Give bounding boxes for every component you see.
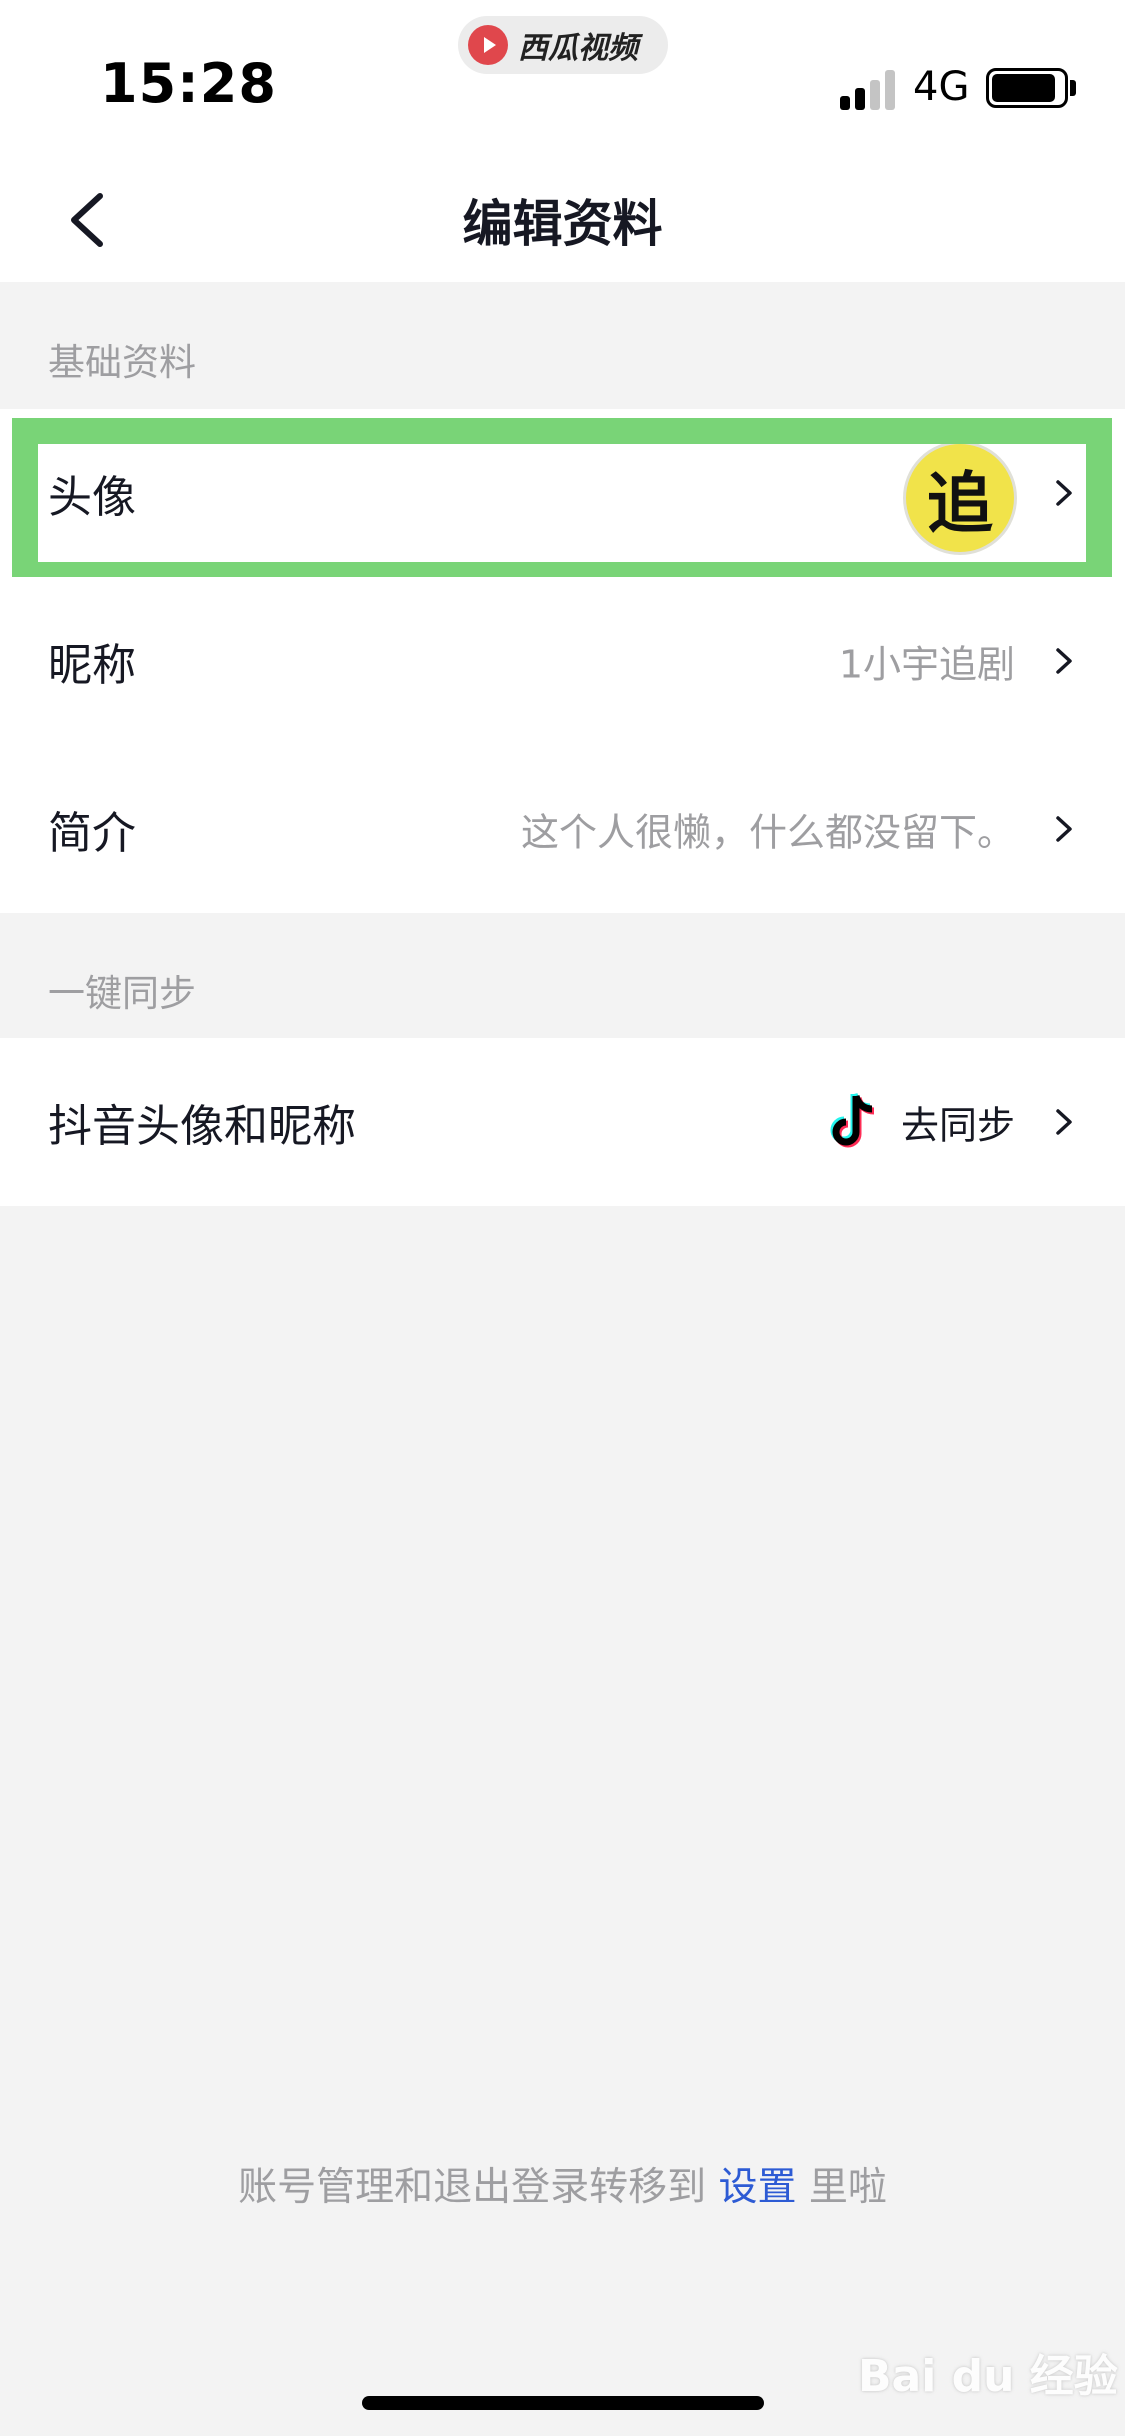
douyin-logo-icon [830,1092,875,1148]
nickname-value: 1小宇追剧 [838,642,1015,687]
battery-level [992,74,1055,102]
row-label: 抖音头像和昵称 [48,1101,356,1152]
edit-profile-screen: 15:28 西瓜视频 4G 编辑资料 基础资料 头像 追 昵称 1小宇追剧 简介… [0,0,1125,2436]
footer-note-suffix: 里啦 [808,2165,887,2210]
baidu-watermark: Bai du 经验 [858,2351,1118,2402]
app-pill-label: 西瓜视频 [518,31,638,66]
back-to-app-pill[interactable]: 西瓜视频 [458,16,668,74]
avatar-glyph: 追 [927,464,993,542]
chevron-right-icon [1049,809,1079,849]
section-label: 基础资料 [48,341,196,384]
network-type: 4G [913,64,970,110]
status-bar: 15:28 西瓜视频 4G [0,0,1125,150]
cell-signal-icon [840,68,900,110]
status-time: 15:28 [100,52,277,115]
battery-tip [1070,80,1076,96]
section-header-basic: 基础资料 [0,282,1125,409]
section-header-sync: 一键同步 [0,913,1125,1038]
avatar[interactable]: 追 [903,441,1017,555]
footer-note: 账号管理和退出登录转移到 设置 里啦 [0,2156,1125,2212]
chevron-right-icon [1049,641,1079,681]
bio-value: 这个人很懒，什么都没留下。 [520,810,1015,855]
row-label: 头像 [48,472,136,523]
settings-link[interactable]: 设置 [718,2165,796,2210]
row-bio[interactable]: 简介 这个人很懒，什么都没留下。 [0,745,1125,913]
sync-action-label: 去同步 [900,1103,1015,1148]
row-nickname[interactable]: 昵称 1小宇追剧 [0,577,1125,745]
xigua-video-logo-icon [468,25,508,65]
battery-icon [986,68,1068,108]
chevron-right-icon [1049,1102,1079,1142]
row-label: 昵称 [48,640,136,691]
row-label: 简介 [48,808,136,859]
page-title: 编辑资料 [462,195,663,253]
home-indicator[interactable] [362,2396,764,2410]
nav-bar: 编辑资料 [0,150,1125,282]
section-label: 一键同步 [48,972,196,1015]
row-douyin-sync[interactable]: 抖音头像和昵称 去同步 [0,1038,1125,1206]
footer-note-prefix: 账号管理和退出登录转移到 [238,2165,707,2210]
chevron-right-icon [1049,473,1079,513]
